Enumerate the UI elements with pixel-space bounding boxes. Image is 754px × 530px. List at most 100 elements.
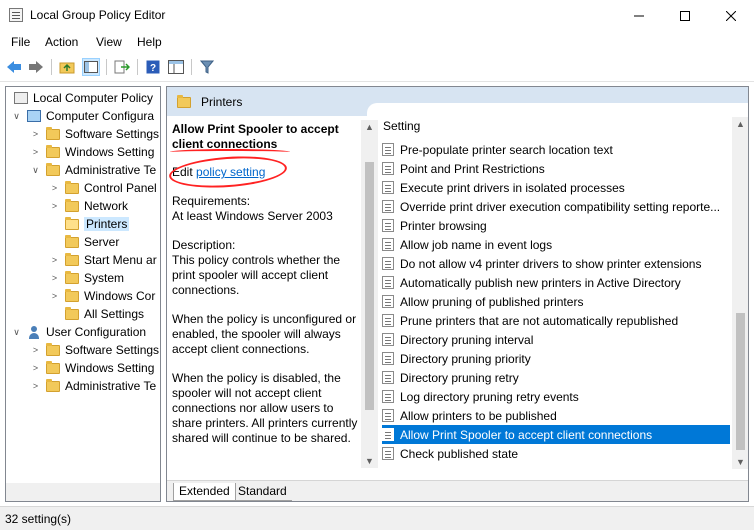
list-item[interactable]: Override print driver execution compatib…	[382, 197, 730, 216]
back-button[interactable]	[5, 58, 23, 76]
filter-icon	[200, 60, 214, 74]
tab-extended[interactable]: Extended	[173, 483, 236, 501]
tree-item-network[interactable]: > Network	[49, 197, 128, 215]
list-item[interactable]: Pre-populate printer search location tex…	[382, 140, 730, 159]
list-scrollbar[interactable]: ▲ ▼	[732, 117, 748, 469]
list-item-label: Directory pruning priority	[400, 351, 531, 366]
tree-horizontal-scrollbar[interactable]	[6, 483, 160, 501]
chevron-down-icon[interactable]: ∨	[11, 111, 22, 122]
chevron-down-icon[interactable]: ∨	[30, 165, 41, 176]
list-item[interactable]: Allow pruning of published printers	[382, 292, 730, 311]
chevron-right-icon[interactable]: >	[49, 291, 60, 301]
minimize-button[interactable]	[616, 0, 662, 31]
scroll-up-icon[interactable]: ▲	[361, 122, 378, 132]
tree-item-user-software-settings[interactable]: > Software Settings	[30, 341, 159, 359]
scroll-up-icon[interactable]: ▲	[732, 119, 748, 129]
extended-view-button[interactable]	[167, 58, 185, 76]
list-item[interactable]: Log directory pruning retry events	[382, 387, 730, 406]
description-paragraph-1: This policy controls whether the print s…	[172, 253, 341, 297]
list-item[interactable]: Prune printers that are not automaticall…	[382, 311, 730, 330]
list-item[interactable]: Printer browsing	[382, 216, 730, 235]
folder-icon	[46, 144, 60, 158]
show-hide-tree-button[interactable]	[82, 58, 100, 76]
tree-item-administrative-templates[interactable]: ∨ Administrative Te	[30, 161, 156, 179]
up-folder-icon	[59, 62, 75, 74]
list-item-label: Pre-populate printer search location tex…	[400, 142, 613, 157]
toolbar-separator	[51, 59, 52, 75]
list-item-selected[interactable]: Allow Print Spooler to accept client con…	[382, 425, 730, 444]
chevron-right-icon[interactable]: >	[49, 255, 60, 265]
tree-item-server[interactable]: Server	[49, 233, 119, 251]
status-bar: 32 setting(s)	[0, 506, 754, 530]
chevron-right-icon[interactable]: >	[30, 129, 41, 139]
list-item[interactable]: Point and Print Restrictions	[382, 159, 730, 178]
menu-view[interactable]: View	[96, 35, 122, 49]
list-item[interactable]: Allow job name in event logs	[382, 235, 730, 254]
tree-item-label: Administrative Te	[65, 379, 157, 393]
tree-item-all-settings[interactable]: All Settings	[49, 305, 144, 323]
menu-bar: File Action View Help	[0, 31, 754, 53]
list-item-label: Allow Print Spooler to accept client con…	[400, 427, 653, 442]
chevron-down-icon[interactable]: ∨	[11, 327, 22, 338]
filter-button[interactable]	[198, 58, 216, 76]
svg-text:?: ?	[150, 63, 156, 74]
chevron-right-icon[interactable]: >	[30, 381, 41, 391]
tree-item-control-panel[interactable]: > Control Panel	[49, 179, 157, 197]
policy-setting-icon	[382, 219, 394, 232]
toolbar-separator	[191, 59, 192, 75]
policy-setting-icon	[382, 257, 394, 270]
list-item[interactable]: Directory pruning interval	[382, 330, 730, 349]
forward-button[interactable]	[27, 58, 45, 76]
tree-item-windows-components[interactable]: > Windows Cor	[49, 287, 155, 305]
chevron-right-icon[interactable]: >	[30, 363, 41, 373]
policy-setting-icon	[382, 295, 394, 308]
chevron-right-icon[interactable]: >	[49, 183, 60, 193]
tree-item-computer-configuration[interactable]: ∨ Computer Configura	[11, 107, 154, 125]
tree-item-system[interactable]: > System	[49, 269, 124, 287]
chevron-right-icon[interactable]: >	[30, 345, 41, 355]
menu-action[interactable]: Action	[45, 35, 78, 49]
tree-item-windows-settings[interactable]: > Windows Setting	[30, 143, 154, 161]
up-folder-button[interactable]	[58, 58, 76, 76]
scroll-down-icon[interactable]: ▼	[732, 457, 748, 467]
scrollbar-thumb[interactable]	[365, 162, 374, 410]
chevron-right-icon[interactable]: >	[30, 147, 41, 157]
help-button[interactable]: ?	[144, 58, 162, 76]
toolbar: ?	[0, 53, 754, 82]
list-item[interactable]: Do not allow v4 printer drivers to show …	[382, 254, 730, 273]
chevron-right-icon[interactable]: >	[49, 201, 60, 211]
column-header-setting[interactable]: Setting	[383, 119, 420, 133]
tree-item-user-configuration[interactable]: ∨ User Configuration	[11, 323, 146, 341]
tree-item-local-computer-policy[interactable]: Local Computer Policy	[14, 89, 153, 107]
details-pane: Printers Allow Print Spooler to accept c…	[166, 86, 749, 502]
tree-item-software-settings[interactable]: > Software Settings	[30, 125, 159, 143]
policy-setting-icon	[382, 390, 394, 403]
export-list-button[interactable]	[113, 58, 131, 76]
tree-item-printers[interactable]: Printers	[49, 215, 130, 233]
tree-item-label: User Configuration	[46, 325, 147, 339]
tree-item-user-administrative-templates[interactable]: > Administrative Te	[30, 377, 156, 395]
list-item[interactable]: Allow printers to be published	[382, 406, 730, 425]
tab-standard[interactable]: Standard	[233, 483, 292, 501]
computer-icon	[27, 110, 41, 122]
scroll-down-icon[interactable]: ▼	[361, 456, 378, 466]
menu-file[interactable]: File	[11, 35, 30, 49]
folder-icon	[65, 306, 79, 320]
list-item[interactable]: Check published state	[382, 444, 730, 463]
menu-help[interactable]: Help	[137, 35, 162, 49]
chevron-right-icon[interactable]: >	[49, 273, 60, 283]
list-item[interactable]: Execute print drivers in isolated proces…	[382, 178, 730, 197]
tree-item-label: Software Settings	[65, 127, 160, 141]
tree-item-label: Server	[84, 235, 120, 249]
list-item[interactable]: Automatically publish new printers in Ac…	[382, 273, 730, 292]
tree-item-user-windows-settings[interactable]: > Windows Setting	[30, 359, 154, 377]
description-scrollbar[interactable]: ▲ ▼	[361, 120, 378, 468]
maximize-button[interactable]	[662, 0, 708, 31]
tree-item-start-menu[interactable]: > Start Menu ar	[49, 251, 157, 269]
close-button[interactable]	[708, 0, 754, 31]
folder-icon	[65, 252, 79, 266]
scrollbar-thumb[interactable]	[736, 313, 745, 450]
list-item[interactable]: Directory pruning retry	[382, 368, 730, 387]
list-item[interactable]: Directory pruning priority	[382, 349, 730, 368]
